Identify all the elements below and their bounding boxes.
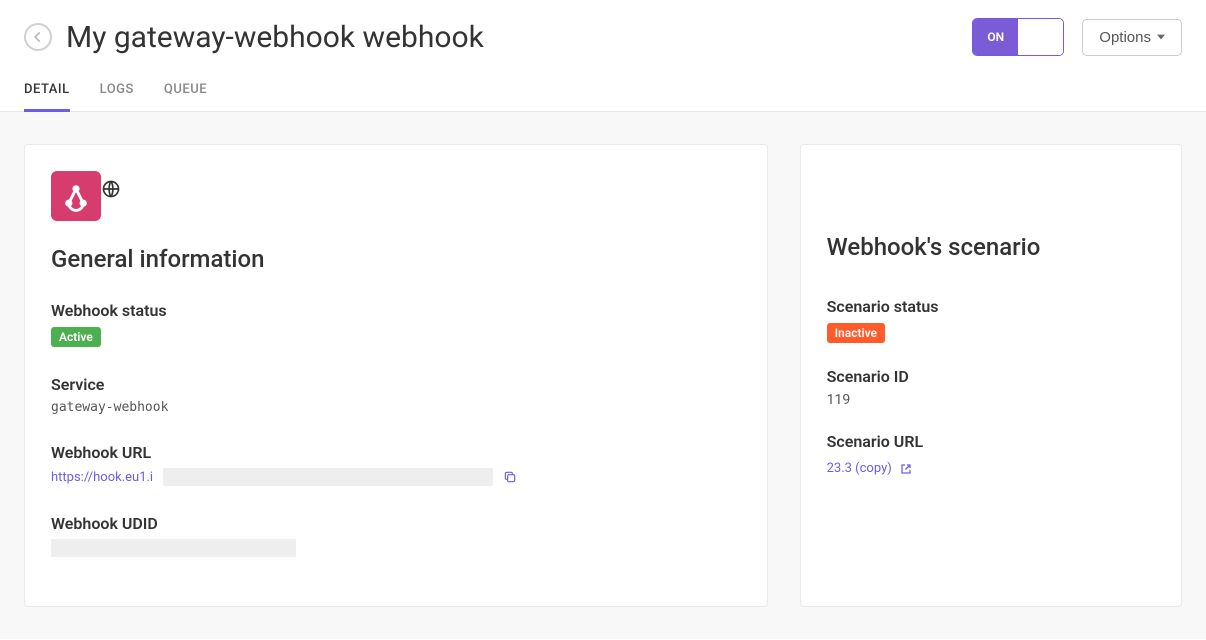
tab-logs[interactable]: LOGS — [100, 74, 134, 111]
webhook-url-field: Webhook URL https://hook.eu1.i — [51, 443, 741, 486]
globe-icon — [101, 179, 121, 199]
copy-url-button[interactable] — [503, 470, 517, 484]
tab-detail[interactable]: DETAIL — [24, 74, 70, 111]
tabs-bar: DETAIL LOGS QUEUE — [0, 64, 1206, 112]
webhook-url-label: Webhook URL — [51, 443, 741, 462]
scenario-section-title: Webhook's scenario — [827, 233, 1155, 261]
webhook-icon — [51, 171, 101, 221]
webhook-udid-field: Webhook UDID — [51, 514, 741, 557]
webhook-status-field: Webhook status Active — [51, 301, 741, 347]
service-label: Service — [51, 375, 741, 394]
service-field: Service gateway-webhook — [51, 375, 741, 415]
webhook-status-label: Webhook status — [51, 301, 741, 320]
arrow-left-icon — [31, 30, 45, 44]
scenario-url-link[interactable]: 23.3 (copy) — [827, 461, 912, 476]
general-section-title: General information — [51, 245, 741, 273]
toggle-on-label: ON — [973, 19, 1018, 55]
udid-redacted — [51, 539, 296, 557]
content-area: General information Webhook status Activ… — [0, 112, 1206, 639]
tab-queue[interactable]: QUEUE — [164, 74, 207, 111]
scenario-card: Webhook's scenario Scenario status Inact… — [800, 144, 1182, 607]
header-left: My gateway-webhook webhook — [24, 20, 484, 55]
external-link-icon — [900, 463, 912, 475]
url-row: https://hook.eu1.i — [51, 468, 741, 486]
scenario-status-label: Scenario status — [827, 297, 1155, 316]
toggle-off-handle — [1018, 19, 1063, 55]
scenario-status-badge: Inactive — [827, 323, 885, 343]
scenario-url-text: 23.3 (copy) — [827, 461, 892, 476]
url-redacted — [163, 468, 493, 486]
header-right: ON Options — [972, 18, 1182, 56]
general-info-card: General information Webhook status Activ… — [24, 144, 768, 607]
page-header: My gateway-webhook webhook ON Options — [0, 0, 1206, 64]
scenario-url-field: Scenario URL 23.3 (copy) — [827, 432, 1155, 476]
scenario-status-field: Scenario status Inactive — [827, 297, 1155, 343]
options-button[interactable]: Options — [1082, 19, 1182, 56]
status-badge: Active — [51, 327, 101, 347]
copy-icon — [503, 470, 517, 484]
back-button[interactable] — [24, 23, 52, 51]
caret-down-icon — [1157, 34, 1165, 40]
scenario-id-label: Scenario ID — [827, 367, 1155, 386]
options-label: Options — [1099, 29, 1151, 46]
scenario-id-value: 119 — [827, 392, 1155, 408]
webhook-udid-label: Webhook UDID — [51, 514, 741, 533]
scenario-url-label: Scenario URL — [827, 432, 1155, 451]
url-prefix[interactable]: https://hook.eu1.i — [51, 470, 153, 485]
service-value: gateway-webhook — [51, 400, 741, 415]
page-title: My gateway-webhook webhook — [66, 20, 484, 55]
icon-row — [51, 171, 741, 221]
scenario-id-field: Scenario ID 119 — [827, 367, 1155, 408]
status-toggle[interactable]: ON — [972, 18, 1064, 56]
